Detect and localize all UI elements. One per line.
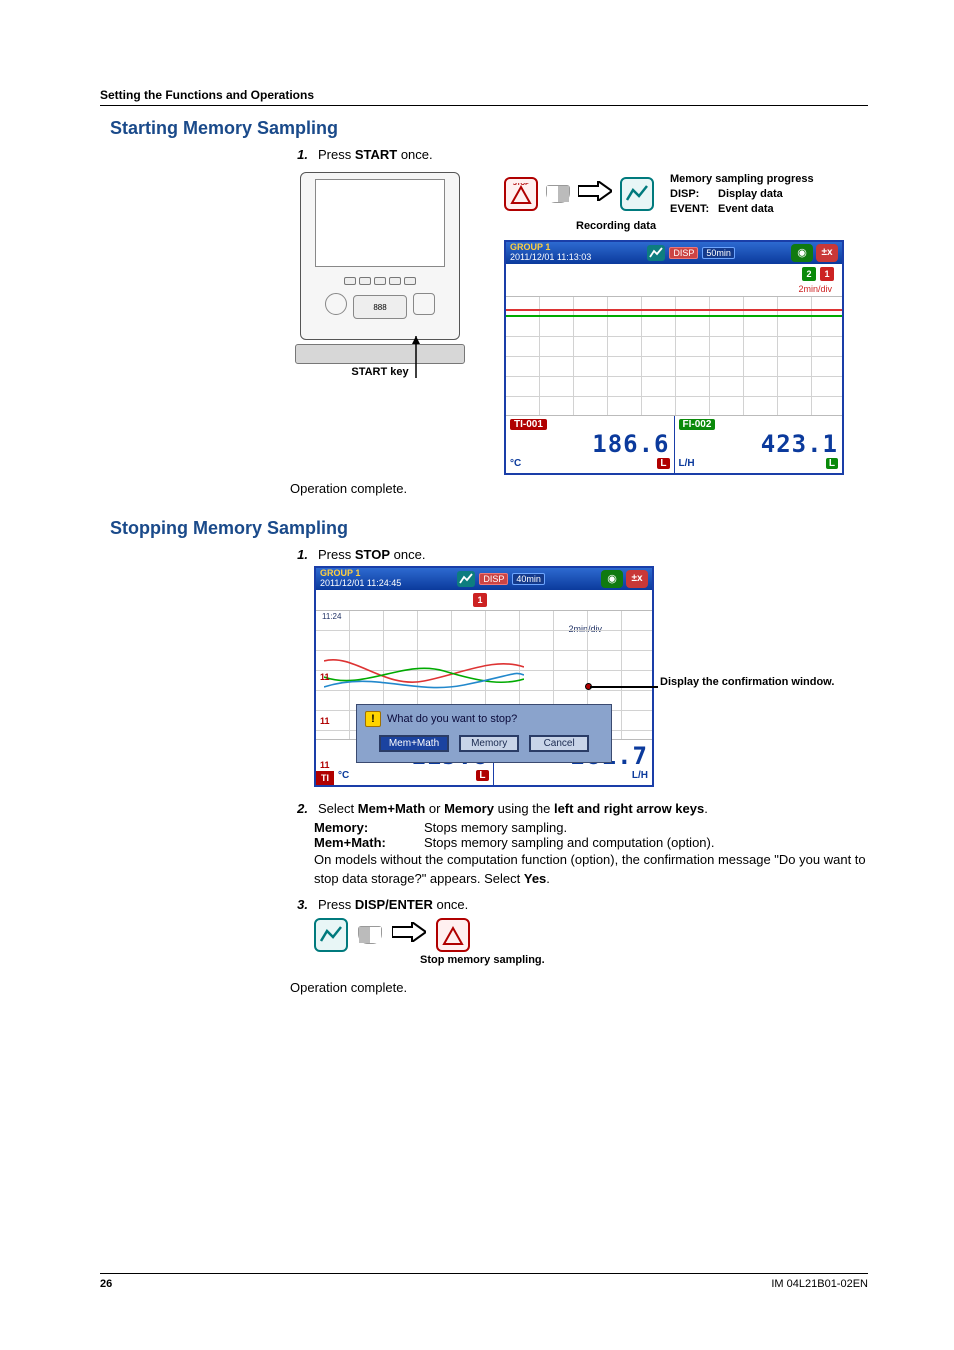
step-number: 1. [290,147,308,162]
legend-term: EVENT: [670,202,718,217]
alarm-badge: 1 [473,593,487,607]
alarm-badge: 1 [820,267,834,281]
operation-complete: Operation complete. [290,980,868,995]
step-number: 1. [290,547,308,562]
legend-line: Memory sampling progress [670,172,814,187]
channel-value: 186.6 [510,430,670,458]
warning-icon: ! [365,711,381,727]
svg-text:STOP: STOP [513,183,529,187]
key-name: DISP/ENTER [355,897,433,912]
relative-mini-icon: ±x [626,570,648,588]
run-state-icon [620,177,654,211]
step-number: 3. [290,897,308,912]
run-indicator-icon [457,571,475,587]
alarm-flag: L [826,458,838,469]
channel-tag: TI-001 [510,419,547,430]
run-state-icon [314,918,348,952]
arrow-right-icon [392,922,426,948]
recorder-screen: GROUP 1 2011/12/01 11:13:03 DISP 50min ◉… [504,240,844,475]
rocker-switch-icon [358,926,382,944]
run-indicator-icon [647,245,665,261]
text: once. [390,547,425,562]
step-number: 2. [290,801,308,816]
page-number: 26 [100,1278,112,1290]
leader-arrow-icon [412,336,446,386]
heading-starting: Starting Memory Sampling [110,118,868,139]
unit: L/H [679,458,695,469]
confirm-dialog: ! What do you want to stop? Mem+Math Mem… [356,704,612,763]
unit: °C [510,458,521,469]
arrow-right-icon [578,181,612,207]
text: Press [318,547,355,562]
trace-red [506,309,842,311]
key-name: STOP [355,547,390,562]
timestamp: 2011/12/01 11:24:45 [320,579,401,588]
def-text: Stops memory sampling. [424,820,868,835]
settings-mini-icon: ◉ [791,244,813,262]
note-text: On models without the computation functi… [314,850,868,889]
def-text: Stops memory sampling and computation (o… [424,835,868,850]
memmath-button[interactable]: Mem+Math [379,735,449,752]
def-term: Mem+Math [314,835,382,850]
legend-def: Event data [718,203,774,215]
alarm-flag: L [476,770,488,781]
text: Press [318,147,355,162]
heading-stopping: Stopping Memory Sampling [110,518,868,539]
def-term: Memory [314,820,364,835]
device-illustration: 888 START key [290,172,470,382]
legend-def: Display data [718,188,783,200]
legend: Memory sampling progress DISP:Display da… [670,172,814,217]
stop-state-icon [436,918,470,952]
memory-button[interactable]: Memory [459,735,519,752]
step-text: Press STOP once. [318,547,425,562]
time-chip: 40min [512,573,545,585]
stop-state-icon: STOP [504,177,538,211]
time-chip: 50min [702,247,735,259]
recording-caption: Recording data [576,219,844,234]
step-text: Select Mem+Math or Memory using the left… [318,801,708,816]
recorder-screen-stop: GROUP 1 2011/12/01 11:24:45 DISP 40min ◉… [314,566,654,787]
operation-complete: Operation complete. [290,481,868,496]
trace-curves [324,651,524,697]
mode-chip: DISP [669,247,698,259]
channel-tag: FI-002 [679,419,716,430]
relative-mini-icon: ±x [816,244,838,262]
channel-value: 423.1 [679,430,839,458]
time-division: 2min/div [506,284,842,296]
unit: L/H [632,770,648,781]
callout-leader [590,686,658,688]
alarm-flag: L [657,458,669,469]
trace-green [506,315,842,317]
mode-chip: DISP [479,573,508,585]
dialog-text: What do you want to stop? [387,713,517,725]
text: once. [397,147,432,162]
timestamp: 2011/12/01 11:13:03 [510,253,591,262]
channel-tag: TI [316,771,334,785]
confirm-callout: Display the confirmation window. [660,676,834,688]
step-text: Press DISP/ENTER once. [318,897,468,912]
unit: °C [338,770,349,781]
step-text: Press START once. [318,147,433,162]
rocker-switch-icon [546,185,570,203]
alarm-badge: 2 [802,267,816,281]
side-tags: 11 11 11 [320,672,330,770]
legend-term: DISP: [670,187,718,202]
key-name: START [355,147,397,162]
settings-mini-icon: ◉ [601,570,623,588]
doc-id: IM 04L21B01-02EN [771,1278,868,1290]
section-header: Setting the Functions and Operations [100,88,868,106]
flow-caption: Stop memory sampling. [420,954,868,966]
cancel-button[interactable]: Cancel [529,735,589,752]
